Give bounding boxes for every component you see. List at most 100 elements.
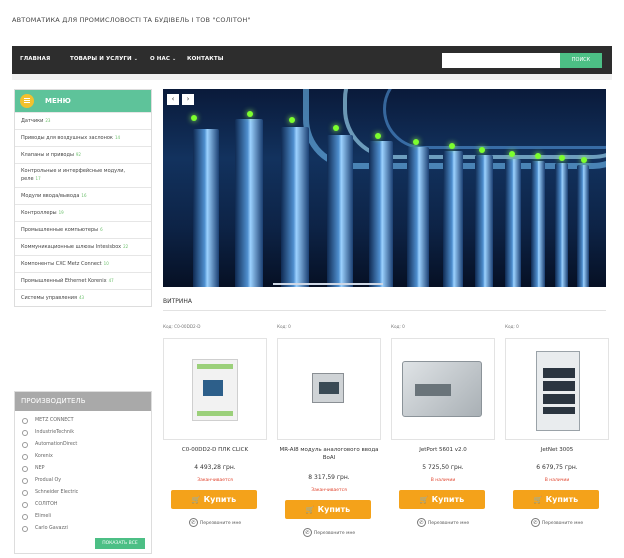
menu-item-count: 19 [58, 210, 64, 215]
menu-item-count: 16 [81, 193, 87, 198]
buy-label: Купить [203, 495, 237, 504]
callback-link[interactable]: ✆ Перезвоните мне [391, 518, 495, 527]
vendor-option[interactable]: СОЛІТОН [15, 499, 151, 511]
product-image[interactable] [163, 338, 267, 440]
menu-item-count: 43 [79, 295, 85, 300]
product-name[interactable]: JetNet 3005 [505, 446, 609, 454]
cart-icon: 🛒 [419, 496, 429, 504]
callback-link[interactable]: ✆ Перезвоните мне [505, 518, 609, 527]
server-slot [281, 127, 309, 287]
nav-about-label: О НАС [150, 56, 170, 62]
sidebar-item-relay-modules[interactable]: Контрольные и интерфейсные модули, реле 1… [15, 163, 151, 187]
sidebar-item-io-modules[interactable]: Модули ввода/вывода 16 [15, 187, 151, 204]
sidebar-item-industrial-pcs[interactable]: Промышленные компьютеры 6 [15, 221, 151, 238]
product-name[interactable]: C0-00DD2-D ПЛК CLICK [163, 446, 267, 454]
site-title: АВТОМАТИКА ДЛЯ ПРОМИСЛОВОСТІ ТА БУДІВЕЛЬ… [12, 16, 251, 24]
product-image[interactable] [391, 338, 495, 440]
vendor-option[interactable]: Elimeli [15, 511, 151, 523]
sidebar-item-ethernet[interactable]: Промышленный Ethernet Korenix 47 [15, 272, 151, 289]
nav-products[interactable]: ТОВАРЫ И УСЛУГИ ⌄ [70, 56, 138, 62]
sidebar-item-sensors[interactable]: Датчики 23 [15, 112, 151, 129]
product-card: Код: C0-00DD2-D C0-00DD2-D ПЛК CLICK 4 4… [163, 324, 267, 544]
buy-label: Купить [545, 495, 579, 504]
server-slot [531, 161, 545, 287]
cart-icon: 🛒 [305, 506, 315, 514]
sidebar-item-damper-actuators[interactable]: Приводы для воздушных заслонок 14 [15, 129, 151, 146]
search-button[interactable]: ПОИСК [560, 53, 602, 68]
menu-item-count: 10 [103, 261, 109, 266]
chevron-down-icon: ⌄ [172, 56, 177, 62]
product-code: Код: 0 [505, 324, 519, 329]
callback-link[interactable]: ✆ Перезвоните мне [277, 528, 381, 537]
vendor-option[interactable]: Carlo Gavazzi [15, 523, 151, 535]
callback-link[interactable]: ✆ Перезвоните мне [163, 518, 267, 527]
server-slot [475, 155, 493, 287]
menu-item-count: 22 [123, 244, 129, 249]
phone-icon: ✆ [530, 518, 540, 527]
radio-button[interactable] [22, 454, 28, 460]
sidebar-item-controllers[interactable]: Контроллеры 19 [15, 204, 151, 221]
radio-button[interactable] [22, 418, 28, 424]
plc-picture [192, 359, 238, 421]
buy-button[interactable]: 🛒 Купить [513, 490, 599, 509]
menu-header: МЕНЮ [15, 90, 151, 112]
menu-item-label: Промышленные компьютеры [21, 227, 99, 233]
server-slot [505, 159, 521, 287]
sidebar-item-metz-components[interactable]: Компоненты CXC Metz Connect 10 [15, 255, 151, 272]
phone-icon: ✆ [188, 518, 198, 527]
nav-home[interactable]: ГЛАВНАЯ [20, 56, 50, 62]
radio-button[interactable] [22, 466, 28, 472]
sidebar-item-control-systems[interactable]: Системы управления 43 [15, 289, 151, 306]
radio-button[interactable] [22, 430, 28, 436]
vendor-option[interactable]: NEP [15, 463, 151, 475]
vendor-option[interactable]: METZ CONNECT [15, 415, 151, 427]
vendor-option[interactable]: IndustrieTechnik [15, 427, 151, 439]
vendor-label: Carlo Gavazzi [35, 526, 68, 531]
product-code: Код: 0 [277, 324, 291, 329]
led-light [191, 115, 197, 121]
radio-button[interactable] [22, 478, 28, 484]
vendor-label: AutomationDirect [35, 442, 78, 447]
radio-button[interactable] [22, 442, 28, 448]
cart-icon: 🛒 [533, 496, 543, 504]
buy-button[interactable]: 🛒 Купить [399, 490, 485, 509]
main-navbar: ГЛАВНАЯ ТОВАРЫ И УСЛУГИ ⌄ О НАС ⌄ КОНТАКТЫ… [12, 46, 612, 74]
product-image[interactable] [505, 338, 609, 440]
radio-button[interactable] [22, 502, 28, 508]
sidebar-item-valves[interactable]: Клапаны и приводы 92 [15, 146, 151, 163]
vendor-label: Elimeli [35, 514, 51, 519]
product-name[interactable]: JetPort 5601 v2.0 [391, 446, 495, 454]
product-image[interactable] [277, 338, 381, 440]
radio-button[interactable] [22, 526, 28, 532]
radio-button[interactable] [22, 490, 28, 496]
menu-item-count: 92 [75, 152, 81, 157]
vendor-option[interactable]: Schneider Electric [15, 487, 151, 499]
led-light [509, 151, 515, 157]
menu-item-count: 14 [114, 135, 121, 140]
search-input[interactable] [442, 53, 560, 68]
slider-prev-button[interactable]: ‹ [167, 94, 179, 105]
server-slot [369, 141, 393, 287]
product-name[interactable]: MR-AI8 модуль аналогового ввода BoAI [277, 446, 381, 462]
callback-label: Перезвоните мне [427, 521, 470, 526]
nav-products-label: ТОВАРЫ И УСЛУГИ [70, 56, 132, 62]
vendor-option[interactable]: AutomationDirect [15, 439, 151, 451]
vendor-label: IndustrieTechnik [35, 430, 75, 435]
sidebar-item-gateways[interactable]: Коммуникационные шлюзы Intesisbox 22 [15, 238, 151, 255]
nav-about[interactable]: О НАС ⌄ [150, 56, 176, 62]
vendor-option[interactable]: Produal Oy [15, 475, 151, 487]
callback-label: Перезвоните мне [541, 521, 584, 526]
slider-progress [273, 283, 383, 285]
server-slot [443, 151, 463, 287]
vendor-option[interactable]: Korenix [15, 451, 151, 463]
buy-button[interactable]: 🛒 Купить [285, 500, 371, 519]
nav-contacts[interactable]: КОНТАКТЫ [187, 56, 224, 62]
server-slot [407, 147, 429, 287]
show-all-button[interactable]: ПОКАЗАТЬ ВСЕ [95, 538, 145, 549]
slider-next-button[interactable]: › [182, 94, 194, 105]
vendor-label: NEP [35, 466, 45, 471]
buy-button[interactable]: 🛒 Купить [171, 490, 257, 509]
led-light [333, 125, 339, 131]
hero-slider[interactable]: ‹ › [163, 89, 606, 287]
radio-button[interactable] [22, 514, 28, 520]
